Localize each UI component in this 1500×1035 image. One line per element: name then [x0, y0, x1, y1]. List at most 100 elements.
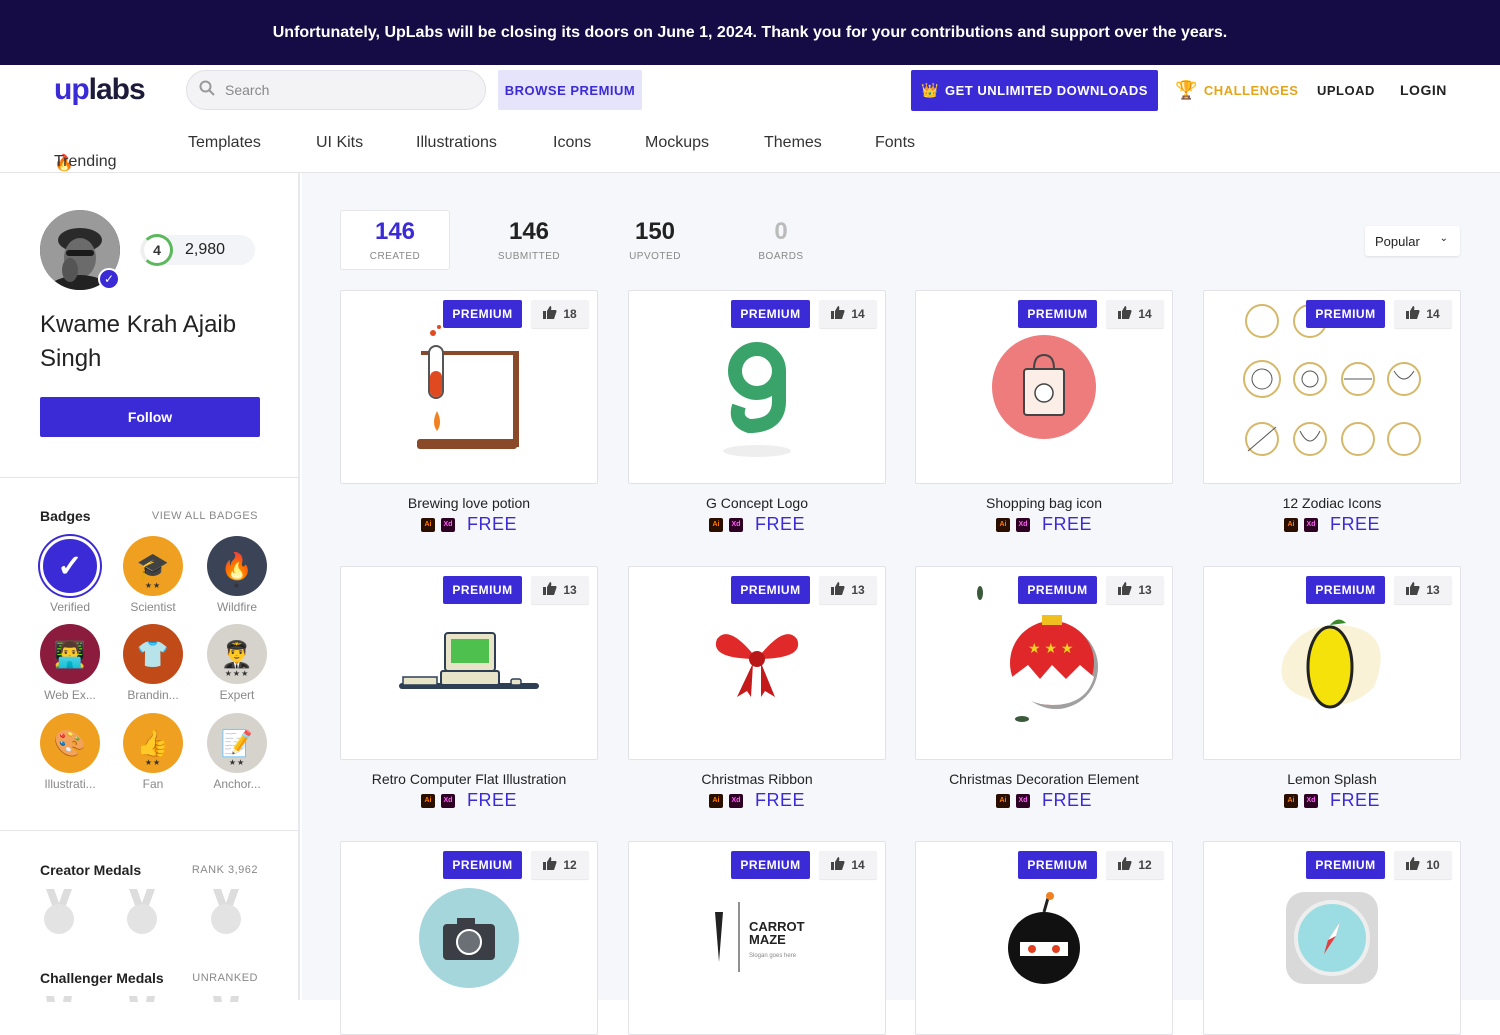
- sort-dropdown[interactable]: Popular ⌄: [1365, 226, 1460, 256]
- medal-icon: [127, 889, 157, 934]
- badge-label: Anchor...: [213, 777, 261, 791]
- view-all-badges-link[interactable]: VIEW ALL BADGES: [152, 510, 258, 522]
- premium-badge[interactable]: PREMIUM: [1018, 576, 1097, 604]
- graduation-cap-icon: 🎓: [136, 550, 170, 581]
- get-unlimited-downloads-button[interactable]: 👑 GET UNLIMITED DOWNLOADS: [911, 70, 1158, 111]
- badge-pilot[interactable]: 👨‍✈️ ★★★: [207, 624, 267, 684]
- upload-link[interactable]: UPLOAD: [1317, 65, 1375, 115]
- stat-boards[interactable]: 0 BOARDS: [718, 210, 844, 270]
- shot-card[interactable]: PREMIUM 14: [628, 290, 886, 484]
- premium-badge[interactable]: PREMIUM: [1018, 851, 1097, 879]
- search-box[interactable]: [186, 70, 486, 110]
- like-button[interactable]: 13: [531, 576, 589, 604]
- search-input[interactable]: [225, 82, 465, 98]
- uplabs-logo[interactable]: up labs: [54, 73, 146, 107]
- premium-badge[interactable]: PREMIUM: [1306, 300, 1385, 328]
- like-button[interactable]: 12: [1106, 851, 1164, 879]
- like-button[interactable]: 12: [531, 851, 589, 879]
- like-button[interactable]: 13: [1394, 576, 1452, 604]
- illustrator-icon: Ai: [995, 793, 1010, 808]
- like-button[interactable]: 14: [1106, 300, 1164, 328]
- premium-badge[interactable]: PREMIUM: [731, 576, 810, 604]
- shot-title[interactable]: Shopping bag icon: [894, 495, 1194, 511]
- closing-banner: Unfortunately, UpLabs will be closing it…: [0, 0, 1500, 65]
- shot-card[interactable]: PREMIUM 13: [1203, 566, 1461, 760]
- stat-created[interactable]: 146 CREATED: [340, 210, 450, 270]
- nav-illustrations[interactable]: Illustrations: [416, 134, 497, 152]
- shot-title[interactable]: 12 Zodiac Icons: [1182, 495, 1482, 511]
- creator-rank: RANK 3,962: [191, 864, 258, 876]
- thumbs-up-icon: [1406, 582, 1420, 598]
- nav-ui-kits[interactable]: UI Kits: [316, 134, 363, 152]
- badge-pencil-note[interactable]: 📝 ★★: [207, 713, 267, 773]
- badge-fire[interactable]: 🔥 ★: [207, 536, 267, 596]
- like-count: 14: [851, 307, 865, 321]
- like-button[interactable]: 14: [819, 300, 877, 328]
- follow-button[interactable]: Follow: [40, 397, 260, 437]
- like-button[interactable]: 13: [1106, 576, 1164, 604]
- shot-card[interactable]: PREMIUM 18: [340, 290, 598, 484]
- shot-title[interactable]: Christmas Decoration Element: [894, 771, 1194, 787]
- shot-card[interactable]: ★ ★ ★ PREMIUM 13: [915, 566, 1173, 760]
- verified-check-icon: ✓: [98, 268, 120, 290]
- like-count: 10: [1426, 858, 1440, 872]
- badge-developer[interactable]: 👨‍💻: [40, 624, 100, 684]
- nav-fonts[interactable]: Fonts: [875, 134, 915, 152]
- badge-label: Web Ex...: [44, 688, 96, 702]
- shot-card[interactable]: PREMIUM 12: [915, 841, 1173, 1035]
- nav-templates[interactable]: Templates: [188, 134, 261, 152]
- stat-submitted[interactable]: 146 SUBMITTED: [466, 210, 592, 270]
- badge-t-shirt[interactable]: 👕: [123, 624, 183, 684]
- premium-badge[interactable]: PREMIUM: [1306, 851, 1385, 879]
- medal-icon: [44, 889, 74, 934]
- like-button[interactable]: 18: [531, 300, 589, 328]
- badge-palette[interactable]: 🎨: [40, 713, 100, 773]
- thumbs-up-icon: [1118, 582, 1132, 598]
- premium-badge[interactable]: PREMIUM: [1306, 576, 1385, 604]
- like-count: 14: [851, 858, 865, 872]
- shot-title[interactable]: Christmas Ribbon: [607, 771, 907, 787]
- challenges-link[interactable]: 🏆 CHALLENGES: [1175, 65, 1298, 115]
- nav-mockups[interactable]: Mockups: [645, 134, 709, 152]
- shot-card[interactable]: PREMIUM 10: [1203, 841, 1461, 1035]
- shot-card[interactable]: CARROT MAZE Slogan goes here PREMIUM 14: [628, 841, 886, 1035]
- shot-title[interactable]: Retro Computer Flat Illustration: [319, 771, 619, 787]
- shot-card[interactable]: PREMIUM 14: [1203, 290, 1461, 484]
- profile-sidebar: ✓ 4 2,980 Kwame Krah Ajaib Singh Follow …: [0, 173, 300, 1002]
- shot-card[interactable]: PREMIUM 14: [915, 290, 1173, 484]
- shot-card[interactable]: PREMIUM 13: [340, 566, 598, 760]
- like-button[interactable]: 14: [1394, 300, 1452, 328]
- badge-checkmark[interactable]: ✓: [40, 536, 100, 596]
- xd-icon: Xd: [728, 517, 743, 532]
- profile-name: Kwame Krah Ajaib Singh: [40, 311, 237, 372]
- stat-upvoted[interactable]: 150 UPVOTED: [592, 210, 718, 270]
- shot-card[interactable]: PREMIUM 12: [340, 841, 598, 1035]
- nav-themes[interactable]: Themes: [764, 134, 822, 152]
- nav-icons[interactable]: Icons: [553, 134, 591, 152]
- divider: [0, 830, 300, 831]
- premium-badge[interactable]: PREMIUM: [443, 576, 522, 604]
- like-count: 12: [1138, 858, 1152, 872]
- premium-badge[interactable]: PREMIUM: [1018, 300, 1097, 328]
- medal-icon: [129, 996, 155, 1002]
- like-button[interactable]: 13: [819, 576, 877, 604]
- badge-thumbs-up[interactable]: 👍 ★★: [123, 713, 183, 773]
- illustrator-icon: Ai: [420, 793, 435, 808]
- shot-title[interactable]: G Concept Logo: [607, 495, 907, 511]
- browse-premium-button[interactable]: BROWSE PREMIUM: [498, 70, 642, 110]
- login-link[interactable]: LOGIN: [1400, 65, 1447, 115]
- illustrator-icon: Ai: [708, 793, 723, 808]
- badge-graduation-cap[interactable]: 🎓 ★★: [123, 536, 183, 596]
- shot-meta: Ai Xd FREE: [607, 514, 907, 535]
- premium-badge[interactable]: PREMIUM: [443, 300, 522, 328]
- like-button[interactable]: 14: [819, 851, 877, 879]
- like-count: 14: [1138, 307, 1152, 321]
- like-count: 13: [563, 583, 577, 597]
- premium-badge[interactable]: PREMIUM: [731, 300, 810, 328]
- like-button[interactable]: 10: [1394, 851, 1452, 879]
- shot-title[interactable]: Brewing love potion: [319, 495, 619, 511]
- shot-card[interactable]: PREMIUM 13: [628, 566, 886, 760]
- premium-badge[interactable]: PREMIUM: [731, 851, 810, 879]
- premium-badge[interactable]: PREMIUM: [443, 851, 522, 879]
- shot-title[interactable]: Lemon Splash: [1182, 771, 1482, 787]
